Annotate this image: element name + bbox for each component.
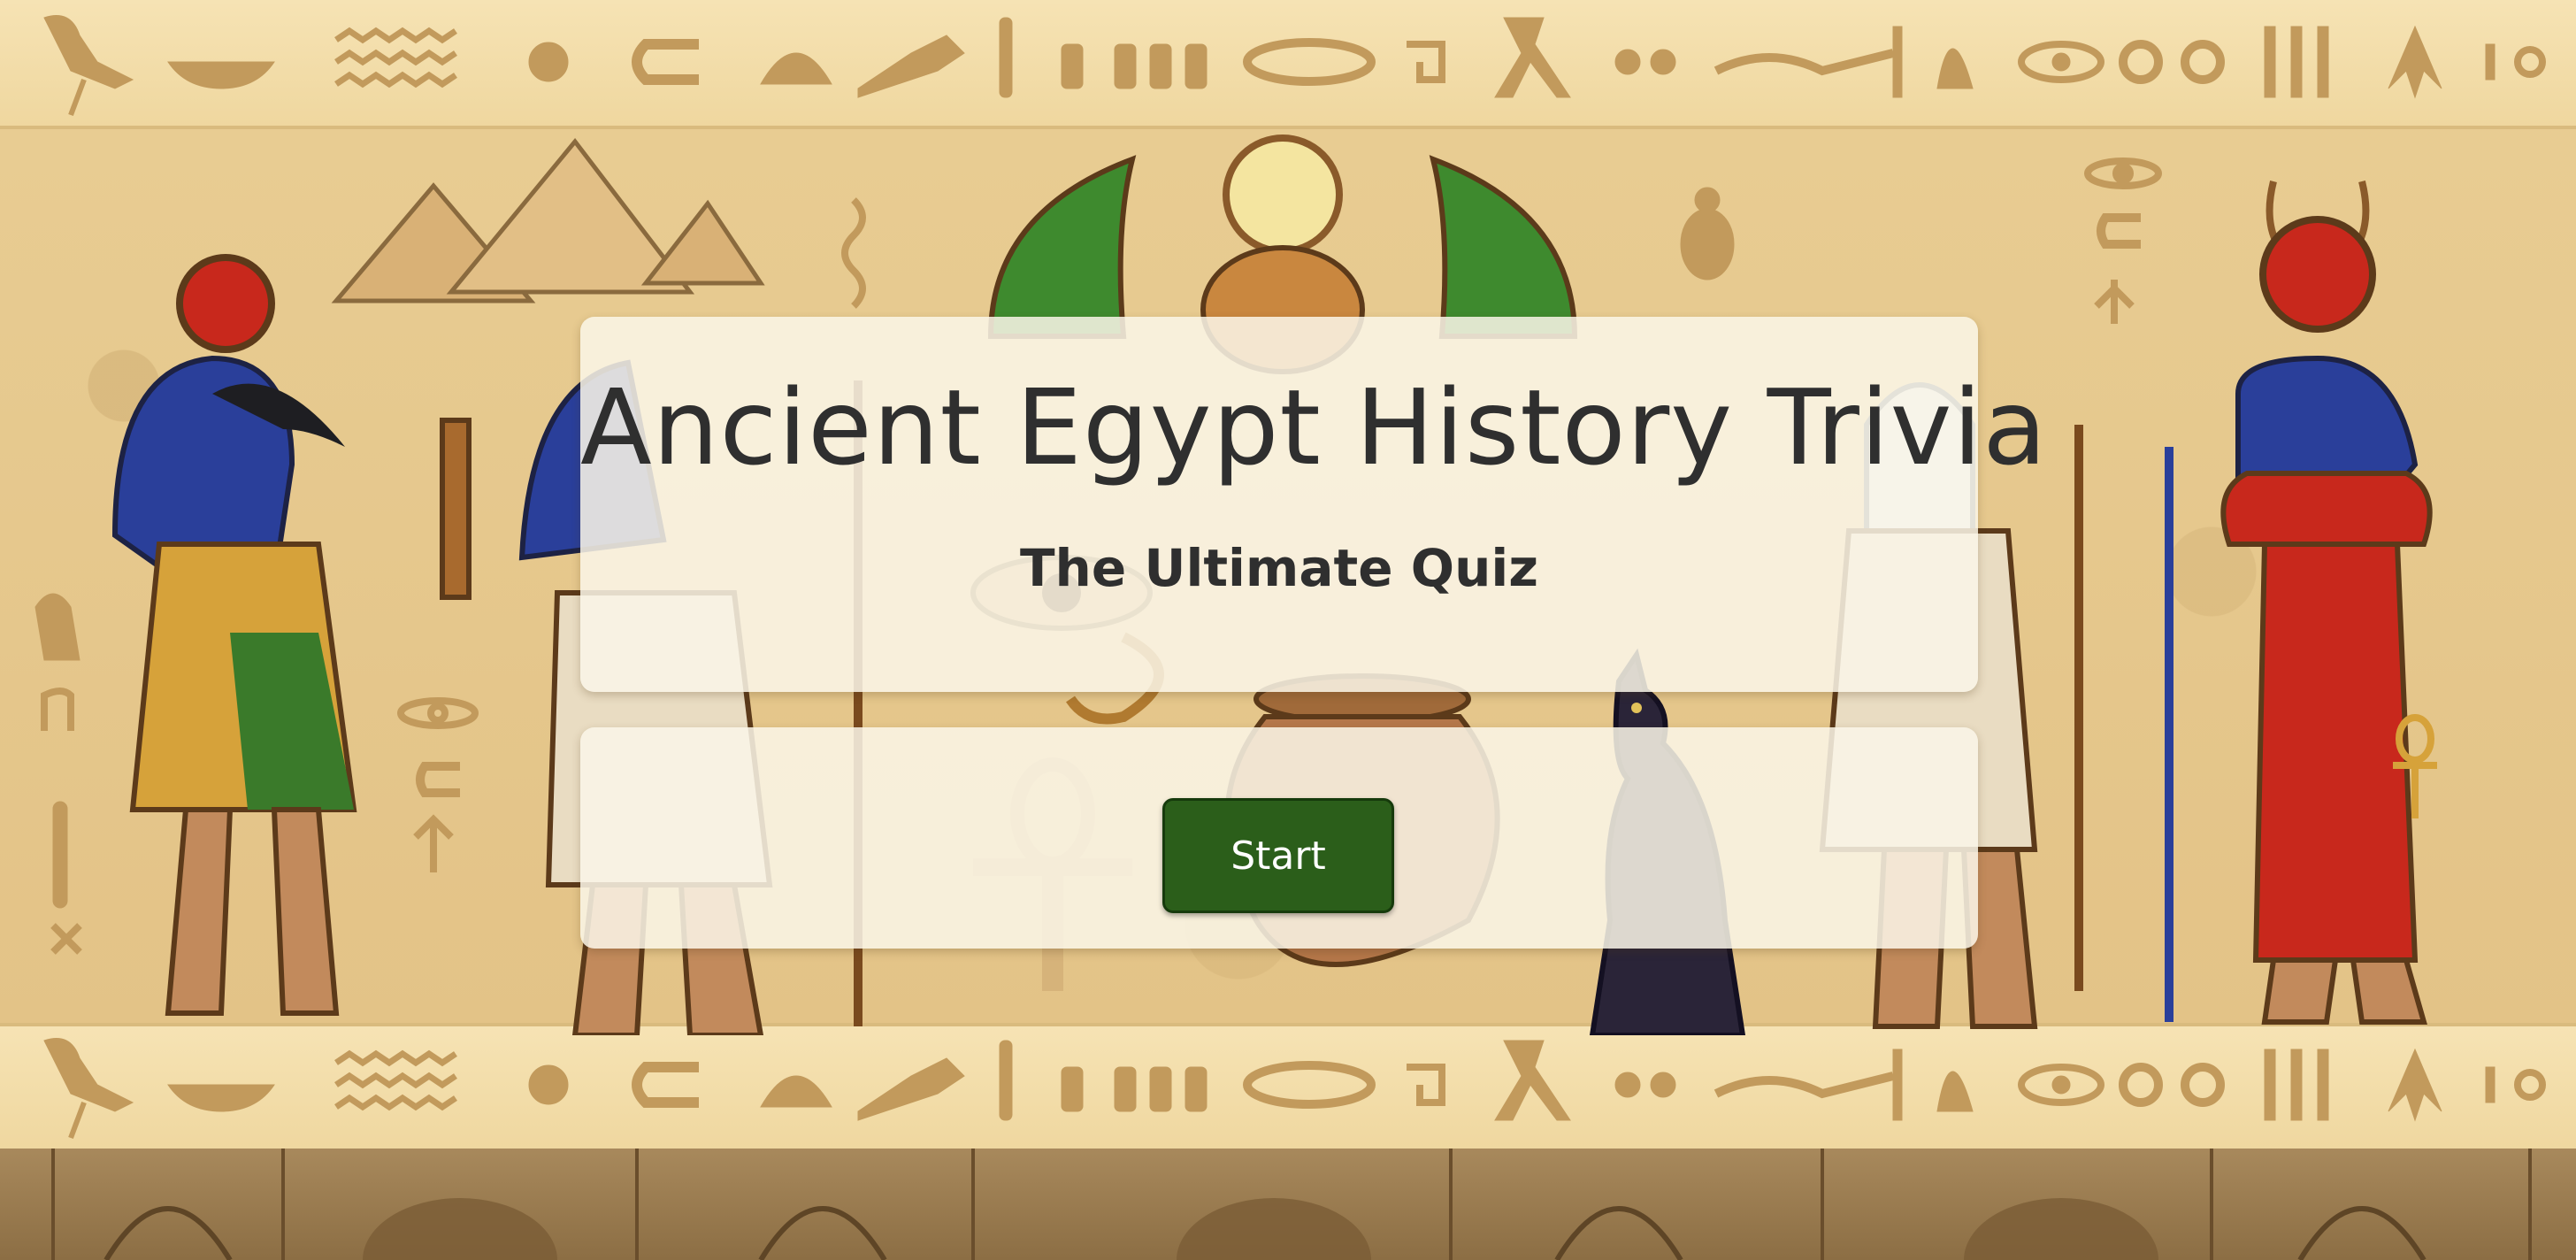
water-icon: [334, 27, 457, 88]
game-title: Ancient Egypt History Trivia: [580, 366, 2048, 488]
rope-icon: [632, 39, 699, 85]
game-subtitle: The Ultimate Quiz: [1019, 538, 1539, 598]
title-panel: Ancient Egypt History Trivia The Ultimat…: [580, 317, 2048, 692]
vulture-icon: [857, 35, 965, 98]
hieroglyph-row-top: [43, 15, 2546, 117]
eye-icon: [2018, 41, 2104, 83]
start-button[interactable]: Start: [1162, 798, 1394, 913]
mouth-icon: [1243, 38, 1376, 86]
isis-figure-icon: [2165, 181, 2437, 1025]
boat-icon: [167, 61, 275, 89]
walking-man-icon: [1494, 17, 1571, 98]
lotus-pattern: [51, 1149, 2532, 1260]
thoth-figure-icon: [111, 254, 472, 1016]
hieroglyph-row-bottom: [43, 1038, 2546, 1140]
ibis-icon: [43, 15, 134, 117]
sun-disk-icon: [1223, 134, 1343, 255]
start-panel: Start: [580, 727, 1978, 949]
sun-icon: [528, 42, 569, 82]
bread-icon: [760, 52, 832, 85]
scarab-icon: [1680, 187, 1735, 280]
